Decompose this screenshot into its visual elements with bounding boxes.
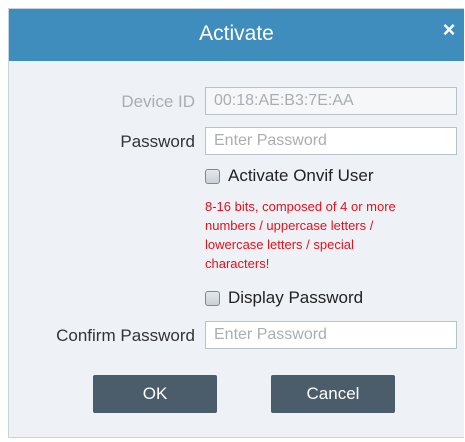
dialog-titlebar: Activate × [9, 9, 464, 61]
display-password-label: Display Password [228, 288, 364, 307]
password-label: Password [120, 132, 195, 151]
cancel-button[interactable]: Cancel [271, 375, 395, 413]
display-password-checkbox[interactable] [205, 290, 220, 306]
password-field[interactable] [205, 127, 457, 155]
activate-onvif-checkbox[interactable] [205, 168, 220, 184]
device-id-field [205, 87, 457, 115]
dialog-title: Activate [199, 22, 274, 45]
activate-onvif-checkbox-row[interactable]: Activate Onvif User [205, 164, 374, 188]
display-password-checkbox-row[interactable]: Display Password [205, 286, 363, 310]
confirm-password-label: Confirm Password [56, 326, 195, 345]
activate-dialog: Activate × Device ID Password Activate O… [8, 8, 464, 438]
activate-onvif-label: Activate Onvif User [228, 166, 374, 185]
password-rule-hint: 8-16 bits, composed of 4 or more numbers… [205, 199, 396, 271]
close-icon[interactable]: × [438, 19, 460, 41]
device-id-label: Device ID [121, 92, 195, 111]
confirm-password-field[interactable] [205, 321, 457, 349]
ok-button[interactable]: OK [93, 375, 217, 413]
